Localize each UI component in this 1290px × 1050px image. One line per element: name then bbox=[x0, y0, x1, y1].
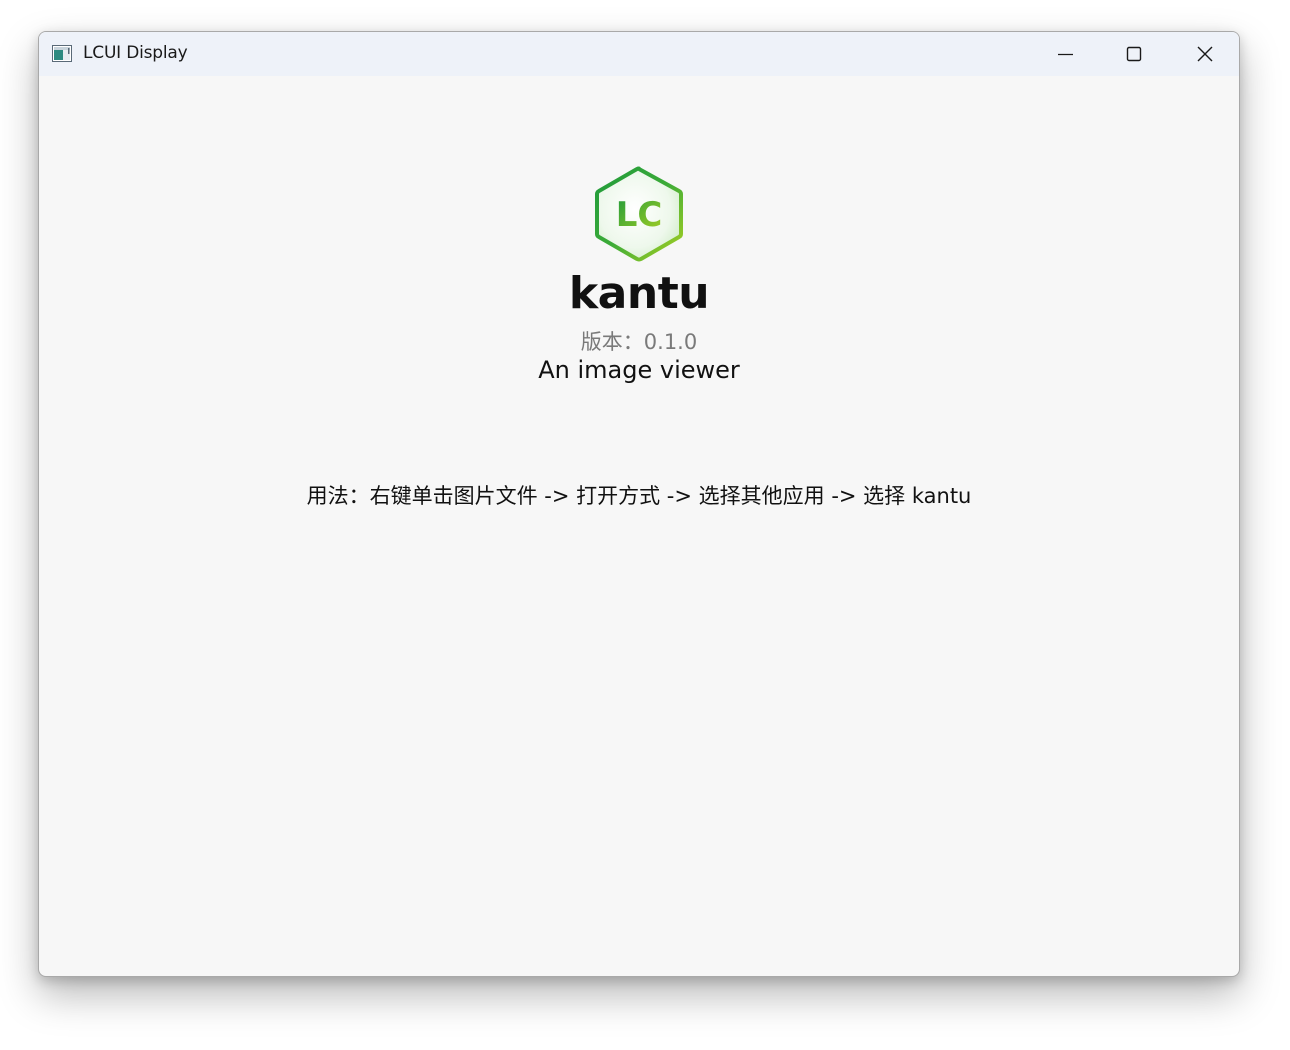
about-content: LC kantu 版本：0.1.0 An image viewer 用法：右键单… bbox=[39, 76, 1239, 976]
lcui-logo-icon: LC bbox=[595, 166, 683, 262]
minimize-button[interactable] bbox=[1031, 32, 1099, 76]
usage-instructions: 用法：右键单击图片文件 -> 打开方式 -> 选择其他应用 -> 选择 kant… bbox=[306, 484, 972, 508]
window-app-icon bbox=[52, 45, 72, 62]
version-label: 版本：0.1.0 bbox=[580, 330, 698, 354]
window-title: LCUI Display bbox=[83, 43, 188, 63]
close-icon bbox=[1197, 46, 1213, 62]
close-button[interactable] bbox=[1170, 32, 1238, 76]
title-bar[interactable]: LCUI Display bbox=[39, 32, 1239, 76]
minimize-icon bbox=[1058, 53, 1073, 56]
maximize-button[interactable] bbox=[1099, 32, 1167, 76]
maximize-icon bbox=[1126, 46, 1142, 62]
svg-text:LC: LC bbox=[616, 195, 663, 235]
app-name: kantu bbox=[568, 268, 710, 319]
app-window: LCUI Display LC kantu 版本：0.1.0 An image … bbox=[38, 31, 1240, 977]
app-description: An image viewer bbox=[538, 356, 740, 384]
